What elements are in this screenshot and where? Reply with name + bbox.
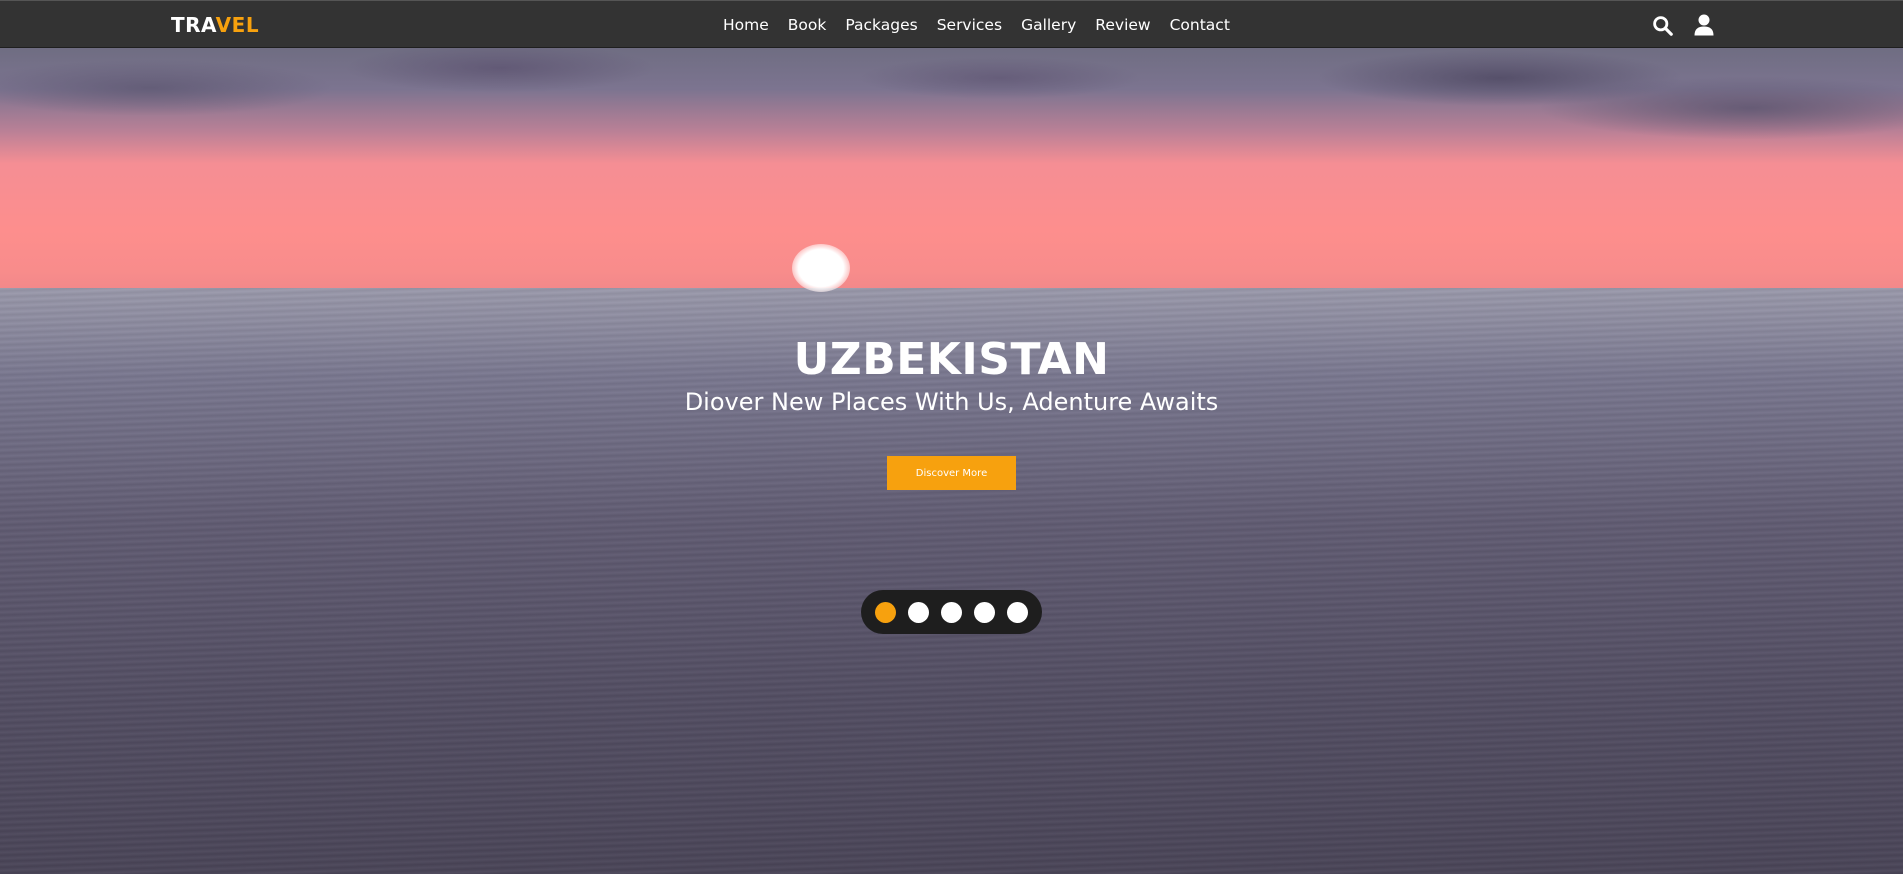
discover-more-button[interactable]: Discover More: [887, 456, 1016, 490]
logo-text-accent: VEL: [215, 13, 260, 37]
hero-section: UZBEKISTAN Diover New Places With Us, Ad…: [0, 48, 1903, 874]
hero-background-sun: [792, 244, 850, 292]
header-icons: [1651, 1, 1715, 49]
logo-text-primary: TRA: [171, 13, 216, 37]
slider-dot-3[interactable]: [941, 601, 962, 623]
nav-contact[interactable]: Contact: [1170, 16, 1230, 34]
slider-dot-4[interactable]: [974, 601, 995, 623]
hero-background-clouds: [0, 48, 1903, 178]
search-icon[interactable]: [1651, 14, 1673, 36]
main-nav: Home Book Packages Services Gallery Revi…: [723, 1, 1230, 49]
user-icon[interactable]: [1693, 14, 1715, 36]
slider-pagination: [861, 590, 1042, 634]
nav-gallery[interactable]: Gallery: [1021, 16, 1076, 34]
nav-review[interactable]: Review: [1095, 16, 1150, 34]
site-header: TRAVEL Home Book Packages Services Galle…: [0, 0, 1903, 48]
logo[interactable]: TRAVEL: [171, 13, 259, 37]
slider-dot-2[interactable]: [908, 601, 929, 623]
nav-home[interactable]: Home: [723, 16, 769, 34]
nav-packages[interactable]: Packages: [845, 16, 917, 34]
hero-subtitle: Diover New Places With Us, Adenture Awai…: [684, 388, 1219, 416]
hero-title: UZBEKISTAN: [793, 334, 1110, 385]
nav-book[interactable]: Book: [788, 16, 827, 34]
nav-services[interactable]: Services: [937, 16, 1002, 34]
slider-dot-5[interactable]: [1007, 601, 1028, 623]
slider-dot-1[interactable]: [875, 601, 896, 623]
